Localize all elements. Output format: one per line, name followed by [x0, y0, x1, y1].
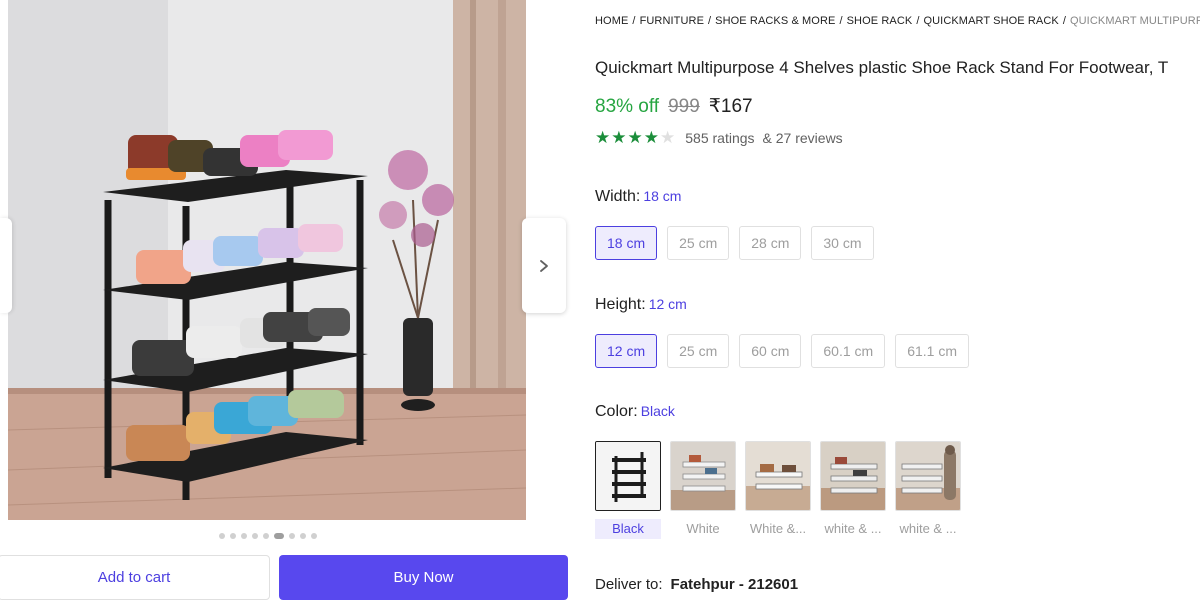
width-label: Width:	[595, 188, 641, 205]
carousel-dot[interactable]	[252, 533, 258, 539]
breadcrumb-furniture[interactable]: FURNITURE	[640, 15, 704, 27]
width-heading: Width: 18 cm	[595, 188, 681, 206]
reviews-count[interactable]: & 27 reviews	[763, 130, 843, 146]
delivery-info: Deliver to: Fatehpur - 212601	[595, 576, 798, 593]
breadcrumb-separator: /	[708, 15, 712, 27]
carousel-dot[interactable]	[300, 533, 306, 539]
star-icon: ★	[611, 128, 627, 147]
swatch-thumbnail	[895, 441, 961, 511]
color-swatch-white-and-3[interactable]: white & ...	[895, 441, 961, 539]
star-icon: ★	[660, 128, 676, 147]
width-options: 18 cm 25 cm 28 cm 30 cm	[595, 226, 874, 260]
star-icon: ★	[627, 128, 643, 147]
carousel-dot[interactable]	[311, 533, 317, 539]
product-title: Quickmart Multipurpose 4 Shelves plastic…	[595, 58, 1169, 77]
height-option[interactable]: 61.1 cm	[895, 334, 969, 368]
chevron-right-icon	[540, 259, 548, 272]
height-option[interactable]: 12 cm	[595, 334, 658, 368]
star-rating: ★ ★ ★ ★ ★	[595, 129, 675, 147]
breadcrumb-separator: /	[839, 15, 843, 27]
price-row: 83% off 999 ₹167	[595, 95, 753, 118]
breadcrumb-shoe-racks-more[interactable]: SHOE RACKS & MORE	[715, 15, 835, 27]
swatch-label: white & ...	[824, 521, 882, 536]
color-options: Black White White &... white & ... white…	[595, 441, 961, 539]
height-heading: Height: 12 cm	[595, 296, 687, 314]
color-swatch-white-and-2[interactable]: white & ...	[820, 441, 886, 539]
carousel-dot[interactable]	[219, 533, 225, 539]
breadcrumb-current: QUICKMART MULTIPURPOSE 4	[1069, 15, 1200, 27]
add-to-cart-button[interactable]: Add to cart	[0, 555, 270, 600]
color-swatch-white-and[interactable]: White &...	[745, 441, 811, 539]
deliver-to-label: Deliver to:	[595, 576, 663, 593]
breadcrumb-home[interactable]: HOME	[595, 15, 628, 27]
buy-now-button[interactable]: Buy Now	[279, 555, 568, 600]
carousel-dot[interactable]	[230, 533, 236, 539]
width-option[interactable]: 25 cm	[667, 226, 730, 260]
discount-percent: 83% off	[595, 96, 660, 117]
color-heading: Color: Black	[595, 403, 675, 421]
swatch-thumbnail	[820, 441, 886, 511]
carousel-dot[interactable]	[241, 533, 247, 539]
breadcrumb: HOME / FURNITURE / SHOE RACKS & MORE / SHOE RA…	[595, 15, 1200, 27]
swatch-thumbnail	[670, 441, 736, 511]
next-image-button[interactable]	[522, 218, 566, 313]
original-price: 999	[668, 96, 700, 117]
height-option[interactable]: 60 cm	[739, 334, 802, 368]
swatch-label: White	[686, 521, 720, 536]
swatch-label: White &...	[749, 521, 807, 536]
selling-price: ₹167	[708, 96, 753, 117]
height-option[interactable]: 25 cm	[667, 334, 730, 368]
swatch-label: white & ...	[899, 521, 957, 536]
carousel-dot[interactable]	[263, 533, 269, 539]
action-bar: Add to cart Buy Now	[0, 555, 578, 601]
breadcrumb-shoe-rack[interactable]: SHOE RACK	[847, 15, 913, 27]
height-option[interactable]: 60.1 cm	[811, 334, 886, 368]
color-swatch-white[interactable]: White	[670, 441, 736, 539]
color-selected-value: Black	[640, 403, 675, 419]
height-label: Height:	[595, 296, 646, 313]
product-image[interactable]	[8, 0, 526, 520]
star-icon: ★	[595, 128, 611, 147]
height-options: 12 cm 25 cm 60 cm 60.1 cm 61.1 cm	[595, 334, 969, 368]
carousel-dot[interactable]	[274, 533, 284, 539]
swatch-thumbnail	[745, 441, 811, 511]
breadcrumb-separator: /	[1062, 15, 1066, 27]
height-selected-value: 12 cm	[648, 296, 687, 312]
carousel-dots	[219, 533, 317, 539]
width-selected-value: 18 cm	[643, 188, 682, 204]
rating-row: ★ ★ ★ ★ ★ 585 ratings & 27 reviews	[595, 129, 843, 147]
width-option[interactable]: 30 cm	[811, 226, 874, 260]
previous-image-button[interactable]	[0, 218, 12, 313]
product-details: HOME / FURNITURE / SHOE RACKS & MORE / SHOE RA…	[595, 0, 1200, 601]
breadcrumb-separator: /	[916, 15, 920, 27]
breadcrumb-quickmart-shoe-rack[interactable]: QUICKMART SHOE RACK	[923, 15, 1058, 27]
ratings-count[interactable]: 585 ratings	[685, 130, 754, 146]
carousel-dot[interactable]	[289, 533, 295, 539]
breadcrumb-separator: /	[632, 15, 636, 27]
delivery-location[interactable]: Fatehpur - 212601	[671, 576, 799, 593]
swatch-thumbnail	[595, 441, 661, 511]
star-icon: ★	[643, 128, 659, 147]
width-option[interactable]: 18 cm	[595, 226, 658, 260]
color-swatch-black[interactable]: Black	[595, 441, 661, 539]
color-label: Color:	[595, 403, 638, 420]
swatch-label: Black	[595, 519, 661, 539]
shoe-rack-photo	[8, 0, 526, 520]
width-option[interactable]: 28 cm	[739, 226, 802, 260]
product-gallery: Add to cart Buy Now	[0, 0, 578, 601]
